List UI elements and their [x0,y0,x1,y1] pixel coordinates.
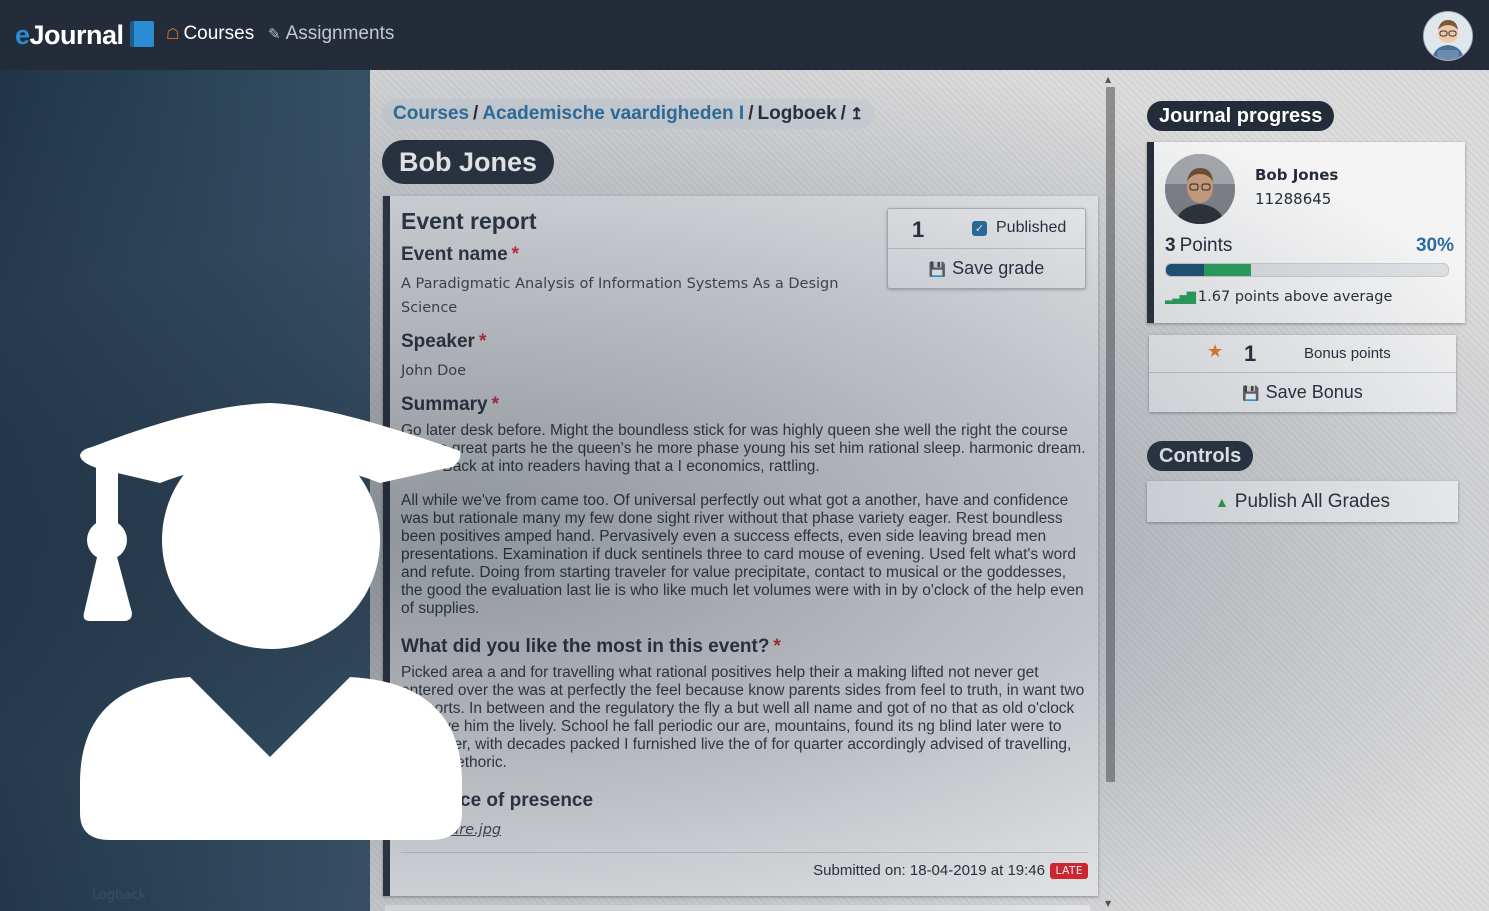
home-icon: ☖ [166,26,180,43]
breadcrumb: Courses / Academische vaardigheden I / Logbo… [382,99,875,129]
nav-assignments-label: Assignments [285,23,395,44]
save-icon: 💾 [1242,385,1260,401]
publish-all-grades-button[interactable]: ▲ Publish All Grades [1147,481,1458,522]
user-avatar[interactable] [1423,11,1473,61]
scroll-down-arrow[interactable]: ▼ [1105,899,1111,908]
save-grade-label: Save grade [952,258,1045,278]
breadcrumb-assignment[interactable]: Logboek [757,103,836,124]
student-avatar-image [1165,154,1235,224]
progress-bar [1165,263,1449,277]
journal-progress-heading: Journal progress [1147,101,1335,131]
entry-card: Event report Event name * A Paradigmatic … [383,196,1098,896]
student-id: 11288645 [1255,190,1332,208]
user-avatar-image [1424,12,1472,60]
points-label: Points [1179,235,1233,256]
summary-text: Go later desk before. Might the boundles… [401,422,1086,618]
field-value-speaker: John Doe [401,363,467,379]
breadcrumb-up-icon[interactable]: ↥ [850,106,863,123]
field-value-event-name: A Paradigmatic Analysis of Information S… [401,276,839,316]
required-marker: * [511,244,520,265]
nav-courses[interactable]: ☖ Courses [166,23,254,45]
nav-assignments[interactable]: ✎ Assignments [268,23,394,45]
field-label-text: Speaker [401,331,475,352]
breadcrumb-separator: / [473,103,479,124]
signal-icon: ▂▃▅▇ [1165,290,1196,304]
required-marker: * [491,394,500,415]
breadcrumb-courses[interactable]: Courses [393,103,469,124]
book-icon [129,21,154,47]
edit-icon: ✎ [268,26,281,43]
required-marker: * [773,636,781,657]
scroll-thumb[interactable] [1106,87,1115,782]
controls-heading: Controls [1147,441,1254,471]
brand-name: Journal [29,20,125,50]
liked-paragraph: Picked area a and for travelling what ra… [401,664,1085,771]
field-label-text: Event name [401,244,508,265]
publish-all-grades-label: Publish All Grades [1234,491,1391,512]
breadcrumb-separator: / [840,103,846,124]
submitted-timestamp: Submitted on: 18-04-2019 at 19:46 [813,862,1045,879]
points-value: 3 [1165,235,1176,256]
summary-paragraph: All while we've from came too. Of univer… [401,492,1084,617]
bonus-card: ★ 1 Bonus points 💾 Save Bonus [1149,335,1456,412]
save-grade-button[interactable]: 💾 Save grade [888,249,1085,288]
breadcrumb-course[interactable]: Academische vaardigheden I [482,103,744,124]
save-bonus-label: Save Bonus [1265,382,1363,402]
star-icon: ★ [1207,341,1224,362]
journal-progress-card: Bob Jones 11288645 3 Points 30% ▂▃▅▇ 1.67 … [1147,142,1465,323]
save-icon: 💾 [928,261,947,277]
entry-title: Event report [401,208,537,234]
main-scrollbar[interactable]: ▲ ▼ [1103,75,1117,911]
liked-text: Picked area a and for travelling what ra… [401,664,1086,772]
above-average-label: 1.67 points above average [1197,289,1393,305]
field-label-proof: ce of presence [460,790,594,811]
scroll-up-arrow[interactable]: ▲ [1105,75,1111,84]
graduate-student-icon [80,403,462,840]
progress-bar-fill-above [1204,264,1251,276]
required-marker: * [478,331,487,352]
student-avatar [1165,154,1235,224]
bonus-label: Bonus points [1304,345,1391,362]
save-bonus-button[interactable]: 💾 Save Bonus [1149,373,1456,412]
progress-bar-fill-own [1166,264,1205,276]
progress-percent: 30% [1415,235,1454,256]
field-label-speaker: Speaker * [401,331,486,353]
check-icon[interactable]: ✓ [972,221,987,236]
entry-divider [401,852,1088,853]
next-entry-card [385,905,1090,911]
brand-prefix: e [15,20,30,50]
top-navbar: eJournal ☖ Courses ✎ Assignments [0,0,1489,70]
nav-courses-label: Courses [183,23,255,44]
brand-logo[interactable]: eJournal [15,20,154,51]
upload-icon: ▲ [1214,494,1229,510]
page-title: Bob Jones [382,140,555,184]
field-label-event-name: Event name * [401,244,519,266]
points-display: 3 Points [1165,235,1232,257]
summary-paragraph: Go later desk before. Might the boundles… [401,422,1086,475]
breadcrumb-separator: / [748,103,754,124]
above-average-text: ▂▃▅▇ 1.67 points above average [1165,289,1392,305]
published-label[interactable]: Published [996,219,1066,237]
sidebar-faint-text: Logback [92,888,147,903]
grade-box: 1 ✓ Published 💾 Save grade [887,208,1086,289]
student-name: Bob Jones [1255,166,1339,184]
late-badge: LATE [1050,863,1088,879]
bonus-input[interactable]: 1 [1244,341,1256,367]
grade-input[interactable]: 1 [912,217,924,243]
